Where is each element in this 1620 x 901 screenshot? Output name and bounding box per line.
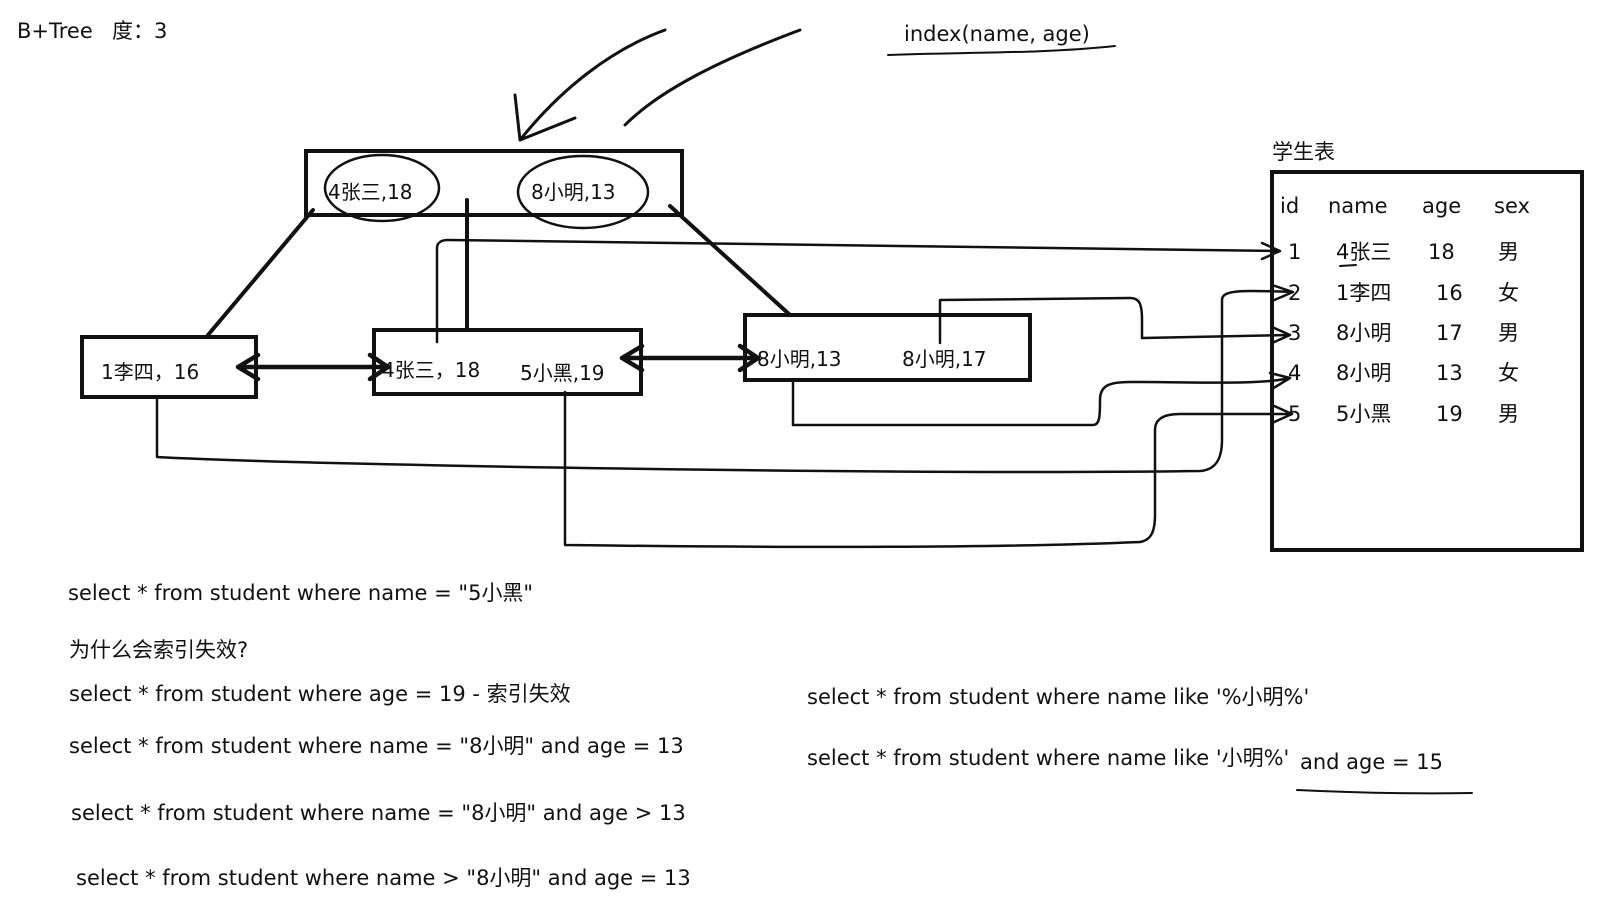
- table-row1-sex: 男: [1498, 240, 1519, 264]
- pointer-8xiaoming17-row3: [938, 296, 1292, 345]
- table-row3-age: 17: [1436, 321, 1463, 345]
- table-row4-id: 4: [1288, 361, 1302, 385]
- query-4: select * from student where name = "8小明"…: [71, 801, 686, 825]
- leaf3-key2: 8小明,17: [902, 347, 987, 371]
- student-table-box: [1270, 170, 1584, 552]
- query-7-condition: and age = 15: [1300, 750, 1443, 774]
- query-7: select * from student where name like '小…: [807, 746, 1290, 770]
- root-key1: 4张三,18: [328, 180, 413, 204]
- table-col-id: id: [1280, 194, 1300, 218]
- leaf1-leaf2-link: [235, 352, 391, 382]
- leaf3-key1: 8小明,13: [757, 347, 842, 371]
- degree-label: 度：3: [112, 19, 168, 43]
- table-row5-sex: 男: [1498, 402, 1519, 426]
- table-row5-name: 5小黑: [1336, 402, 1392, 426]
- table-row1-tick: [1339, 264, 1357, 267]
- query-2: select * from student where age = 19 - 索…: [69, 682, 571, 706]
- big-arrow-icon: [513, 28, 802, 142]
- table-row5-age: 19: [1436, 402, 1463, 426]
- table-title: 学生表: [1272, 140, 1335, 164]
- table-row1-name: 4张三: [1336, 240, 1392, 264]
- table-col-age: age: [1422, 194, 1462, 218]
- leaf2-key1: 4张三，18: [382, 358, 481, 382]
- leaf2-key2: 5小黑,19: [520, 361, 605, 385]
- and-age-underline: [1296, 789, 1473, 795]
- question-text: 为什么会索引失效?: [69, 638, 249, 662]
- diagram-title: B+Tree: [17, 19, 93, 43]
- table-row5-id: 5: [1288, 402, 1302, 426]
- query-6: select * from student where name like '%…: [807, 685, 1310, 709]
- table-row1-id: 1: [1288, 240, 1302, 264]
- table-row4-age: 13: [1436, 361, 1463, 385]
- table-row3-id: 3: [1288, 321, 1302, 345]
- index-underline: [887, 45, 1116, 56]
- root-key2: 8小明,13: [531, 180, 616, 204]
- table-row2-age: 16: [1436, 281, 1463, 305]
- table-row2-id: 2: [1288, 281, 1302, 305]
- root-to-leaf1-pointer: [206, 208, 315, 337]
- table-row2-name: 1李四: [1336, 281, 1392, 305]
- query-3: select * from student where name = "8小明"…: [69, 734, 684, 758]
- index-label: index(name, age): [904, 22, 1090, 46]
- table-row4-sex: 女: [1498, 361, 1519, 385]
- table-row3-name: 8小明: [1336, 321, 1392, 345]
- pointer-1lisi-row2: [155, 283, 1295, 474]
- pointer-4zhangsan-row1: [435, 238, 1282, 344]
- leaf1-key1: 1李四，16: [101, 360, 200, 384]
- table-row3-sex: 男: [1498, 321, 1519, 345]
- query-5: select * from student where name > "8小明"…: [76, 866, 691, 890]
- table-col-name: name: [1328, 194, 1388, 218]
- root-to-leaf3-pointer: [668, 204, 792, 317]
- table-row2-sex: 女: [1498, 281, 1519, 305]
- table-row1-age: 18: [1428, 240, 1455, 264]
- query-1: select * from student where name = "5小黑": [68, 581, 534, 605]
- table-row4-name: 8小明: [1336, 361, 1392, 385]
- table-col-sex: sex: [1494, 194, 1530, 218]
- bplustree-diagram: B+Tree 度：3 index(name, age) 4张三,18 8小明,1…: [0, 0, 1620, 901]
